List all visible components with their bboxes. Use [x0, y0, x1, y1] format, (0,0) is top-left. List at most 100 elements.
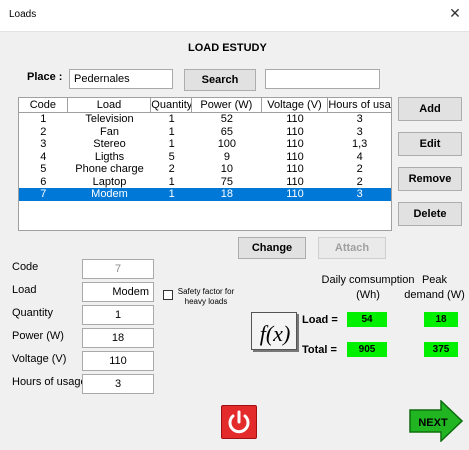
column-header-hours[interactable]: Hours of usage — [328, 98, 391, 112]
load-result-label: Load = — [302, 314, 338, 326]
safety-factor-checkbox[interactable] — [163, 290, 173, 300]
function-icon-text: f(x) — [260, 321, 291, 346]
remove-button[interactable]: Remove — [398, 167, 462, 191]
table-cell: 3 — [356, 113, 363, 125]
table-cell: 110 — [286, 163, 304, 175]
column-header-load[interactable]: Load — [68, 98, 152, 112]
table-cell: 6 — [40, 175, 47, 188]
table-row[interactable]: 5 Phone charge 2 10 110 2 — [19, 163, 391, 176]
function-icon-graphic: f(x) — [260, 321, 291, 346]
load-daily-value: 54 — [347, 312, 387, 327]
close-icon[interactable]: ✕ — [447, 6, 463, 22]
table-row[interactable]: 4 Ligths 5 9 110 4 — [19, 151, 391, 164]
window-titlebar: Loads ✕ — [0, 0, 469, 32]
place-input[interactable]: Pedernales — [69, 69, 173, 89]
power-button[interactable] — [221, 405, 257, 439]
search-button[interactable]: Search — [184, 69, 256, 91]
table-row[interactable]: 3 Stereo 1 100 110 1,3 — [19, 138, 391, 151]
safety-factor-label-line2: heavy loads — [184, 297, 228, 306]
loads-table[interactable]: Code Load Quantity Power (W) Voltage (V)… — [18, 97, 392, 231]
edit-button[interactable]: Edit — [398, 132, 462, 156]
table-cell: 75 — [220, 175, 233, 188]
table-cell: 3 — [40, 138, 47, 150]
power-field[interactable]: 18 — [82, 328, 154, 348]
table-cell: 1 — [168, 113, 175, 125]
column-header-quantity[interactable]: Quantity — [151, 98, 193, 112]
table-cell: 1 — [168, 138, 175, 150]
next-arrow-icon: NEXT — [409, 399, 464, 443]
table-cell: 52 — [220, 113, 233, 125]
table-cell: 1 — [168, 175, 175, 188]
window-title: Loads — [9, 9, 37, 20]
table-row[interactable]: 6 Laptop 1 75 110 2 — [19, 176, 391, 189]
table-cell: 110 — [286, 113, 304, 125]
table-cell: 9 — [223, 150, 230, 163]
table-cell: 2 — [356, 163, 363, 175]
table-cell: 7 — [40, 188, 47, 200]
table-cell: 4 — [40, 150, 47, 163]
table-cell: 1 — [168, 125, 175, 138]
column-header-power[interactable]: Power (W) — [192, 98, 262, 112]
peak-demand-header-line1: Peak — [421, 274, 448, 286]
load-label: Load — [12, 284, 37, 296]
total-peak-value: 375 — [424, 342, 458, 357]
table-cell: 3 — [356, 188, 363, 200]
table-cell: 1 — [168, 188, 175, 200]
table-row-selected[interactable]: 7 Modem 1 18 110 3 — [19, 188, 391, 201]
table-cell: 10 — [220, 163, 233, 175]
hours-field[interactable]: 3 — [82, 374, 154, 394]
search-input[interactable] — [265, 69, 380, 89]
hours-label: Hours of usage — [12, 376, 87, 388]
load-field[interactable]: Modem — [82, 282, 154, 302]
voltage-field[interactable]: 110 — [82, 351, 154, 371]
table-row[interactable]: 1 Television 1 52 110 3 — [19, 113, 391, 126]
place-label: Place : — [27, 71, 63, 83]
safety-factor-label: Safety factor for heavy loads — [174, 287, 238, 307]
change-button[interactable]: Change — [238, 237, 306, 259]
table-header: Code Load Quantity Power (W) Voltage (V)… — [19, 98, 391, 113]
table-cell: 2 — [40, 125, 47, 138]
delete-button[interactable]: Delete — [398, 202, 462, 226]
table-cell: 100 — [217, 138, 237, 150]
table-cell: 110 — [286, 175, 304, 188]
table-cell: Modem — [91, 188, 128, 200]
quantity-label: Quantity — [12, 307, 53, 319]
page-title: LOAD ESTUDY — [188, 42, 267, 54]
table-cell: 110 — [286, 188, 304, 200]
table-cell: Laptop — [92, 175, 127, 188]
safety-factor-label-line1: Safety factor for — [177, 287, 235, 296]
column-header-voltage[interactable]: Voltage (V) — [262, 98, 329, 112]
voltage-label: Voltage (V) — [12, 353, 67, 365]
total-result-label: Total = — [302, 344, 337, 356]
table-cell: 2 — [356, 175, 363, 188]
next-button-label: NEXT — [418, 417, 448, 429]
code-label: Code — [12, 261, 39, 273]
table-cell: Stereo — [93, 138, 126, 150]
peak-demand-header: Peak demand (W) — [400, 273, 469, 303]
table-row[interactable]: 2 Fan 1 65 110 3 — [19, 126, 391, 139]
column-header-code[interactable]: Code — [19, 98, 68, 112]
attach-button[interactable]: Attach — [318, 237, 386, 259]
table-cell: 2 — [168, 163, 175, 175]
table-cell: 3 — [356, 125, 363, 138]
function-icon[interactable]: f(x) — [251, 312, 297, 350]
peak-demand-header-line2: demand (W) — [404, 289, 465, 301]
table-cell: 18 — [220, 188, 233, 200]
table-cell: 4 — [356, 150, 363, 163]
load-peak-value: 18 — [424, 312, 458, 327]
table-cell: 110 — [286, 150, 304, 163]
next-button[interactable]: NEXT — [409, 399, 464, 443]
power-icon — [228, 410, 250, 434]
table-cell: 5 — [40, 163, 47, 175]
table-cell: Television — [85, 113, 134, 125]
table-cell: Ligths — [94, 150, 125, 163]
code-field[interactable]: 7 — [82, 259, 154, 279]
add-button[interactable]: Add — [398, 97, 462, 121]
total-daily-value: 905 — [347, 342, 387, 357]
table-cell: 110 — [286, 138, 304, 150]
table-cell: 5 — [168, 150, 175, 163]
quantity-field[interactable]: 1 — [82, 305, 154, 325]
power-label: Power (W) — [12, 330, 64, 342]
table-cell: 110 — [286, 125, 304, 138]
table-cell: 1 — [40, 113, 47, 125]
